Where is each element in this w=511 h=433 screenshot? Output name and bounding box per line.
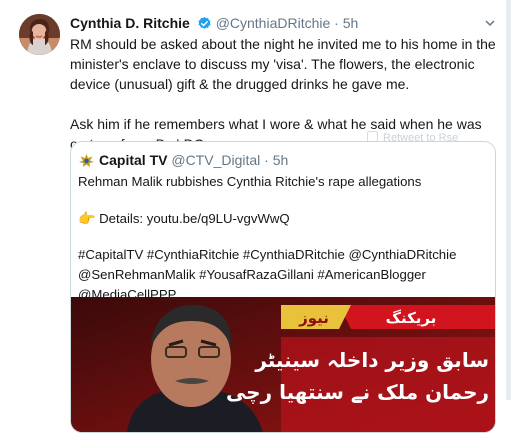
quoted-header: Capital TV @CTV_Digital · 5h <box>78 151 288 172</box>
chevron-down-icon[interactable] <box>484 16 496 32</box>
banner-breaking-text: بریکنگ <box>386 309 437 327</box>
avatar-image <box>19 14 60 55</box>
pointing-hand-icon: 👉 <box>78 210 96 226</box>
quoted-hashtags[interactable]: #CapitalTV #CynthiaRitchie #CynthiaDRitc… <box>78 245 488 305</box>
tweet-header: Cynthia D. Ritchie @CynthiaDRitchie · 5h <box>70 13 358 36</box>
banner-news-text: نیوز <box>298 309 329 327</box>
tweet[interactable]: Cynthia D. Ritchie @CynthiaDRitchie · 5h… <box>0 0 511 433</box>
author-handle[interactable]: @CynthiaDRitchie <box>216 15 331 31</box>
urdu-line-2: رحمان ملک نے سنتھیا رچی <box>226 380 489 405</box>
capital-tv-logo-icon <box>78 153 95 172</box>
quoted-timestamp[interactable]: 5h <box>273 152 289 168</box>
verified-badge-icon <box>197 16 212 36</box>
quoted-text: Rehman Malik rubbishes Cynthia Ritchie's… <box>78 172 488 305</box>
tweet-timestamp[interactable]: 5h <box>343 15 359 31</box>
scrollbar[interactable] <box>506 0 511 400</box>
separator-dot: · <box>334 15 339 31</box>
quoted-details-link[interactable]: Details: youtu.be/q9LU-vgvWwQ <box>99 211 290 226</box>
urdu-line-1: سابق وزیر داخلہ سینیٹر <box>254 348 489 372</box>
quoted-headline: Rehman Malik rubbishes Cynthia Ritchie's… <box>78 174 422 189</box>
news-image-graphic: بریکنگ نیوز سابق وزیر داخلہ سینیٹر رحمان… <box>71 297 495 432</box>
quoted-author-handle[interactable]: @CTV_Digital <box>171 152 260 168</box>
quoted-tweet-card[interactable]: Capital TV @CTV_Digital · 5h Rehman Mali… <box>70 141 496 433</box>
author-name[interactable]: Cynthia D. Ritchie <box>70 15 190 31</box>
quoted-news-image[interactable]: بریکنگ نیوز سابق وزیر داخلہ سینیٹر رحمان… <box>71 297 495 432</box>
quoted-details: 👉 Details: youtu.be/q9LU-vgvWwQ <box>78 208 488 229</box>
separator-dot: · <box>264 152 269 168</box>
quoted-author-name[interactable]: Capital TV <box>99 152 167 168</box>
author-avatar[interactable] <box>19 14 60 55</box>
tweet-paragraph: RM should be asked about the night he in… <box>70 36 496 92</box>
